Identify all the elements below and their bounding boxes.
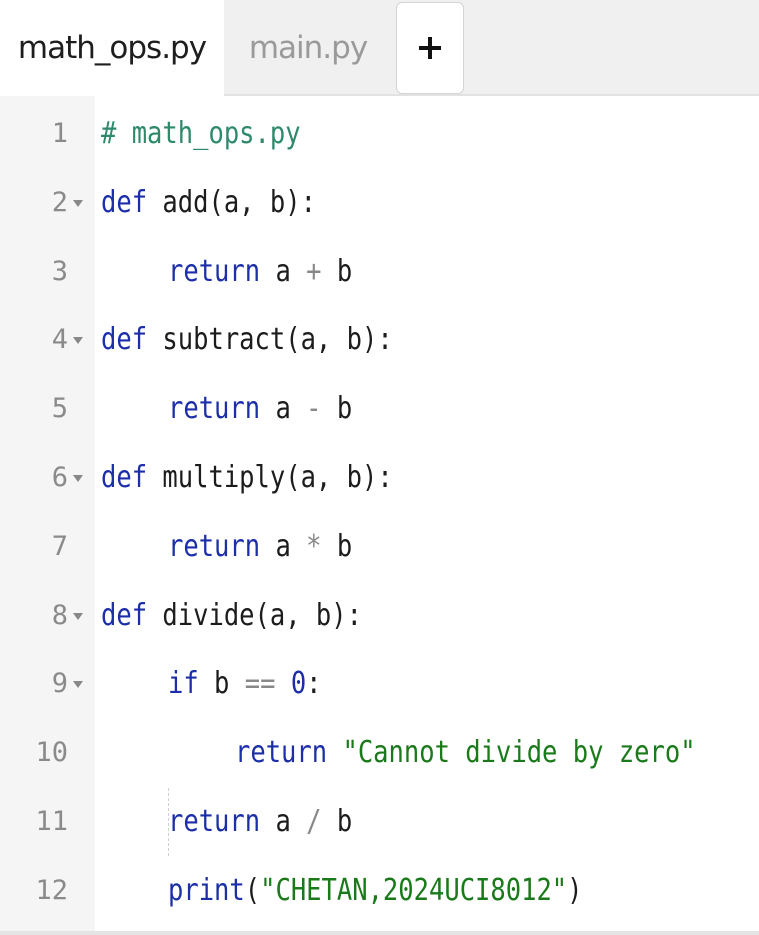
line-number: 4 [51,324,68,356]
code-token: def [101,322,148,358]
fold-toggle-icon[interactable] [73,199,83,207]
code-text: def add(a, b): [101,169,316,237]
code-text: def multiply(a, b): [101,444,393,512]
code-text: return "Cannot divide by zero" [235,719,696,787]
code-token: "Cannot divide by zero" [342,735,696,771]
code-token: return [168,253,261,289]
code-text: print("CHETAN,2024UCI8012") [168,857,583,925]
code-token: b [198,666,245,702]
code-token: return [168,804,261,839]
code-text: def subtract(a, b): [101,306,393,374]
line-number: 9 [51,668,68,700]
code-token: def [101,597,148,633]
code-token: subtract(a, b): [147,322,393,358]
code-token: ) [567,872,583,908]
code-token: print [168,872,245,908]
line-number: 10 [35,737,68,769]
code-line[interactable]: 3 return a + b [0,238,759,306]
code-token: a [260,804,307,839]
code-line[interactable]: 7 return a * b [0,513,759,581]
line-number: 12 [35,874,68,906]
plus-icon [419,37,441,59]
code-text: # math_ops.py [101,100,301,168]
code-line[interactable]: 6 def multiply(a, b): [0,444,759,512]
line-number: 6 [51,462,68,493]
code-text: return a + b [168,238,352,306]
code-token: return [235,735,328,771]
code-text: return a * b [168,513,352,581]
fold-toggle-icon[interactable] [73,681,83,689]
code-token: b [321,253,353,289]
code-line[interactable]: 1 # math_ops.py [0,100,759,168]
code-editor[interactable]: 1 # math_ops.py 2 def add(a, b): 3 return a +… [0,96,759,935]
code-token: add(a, b): [147,184,316,220]
code-token: "CHETAN,2024UCI8012" [260,872,568,908]
code-token: if [168,666,199,702]
code-text: def divide(a, b): [101,582,362,650]
tab-bar: math_ops.py main.py [0,0,759,96]
code-line[interactable]: 10 return "Cannot divide by zero" [0,719,759,787]
code-text: return a - b [168,375,352,443]
line-number: 2 [51,186,68,218]
code-token: return [168,391,261,427]
code-token: divide(a, b): [147,597,363,633]
tab-label: main.py [248,30,368,66]
code-token: : [306,666,322,702]
code-token: a [260,391,307,427]
code-token: / [306,804,322,839]
code-token: return [168,528,261,564]
code-token: 0 [290,666,307,702]
code-token: multiply(a, b): [147,460,393,495]
line-number: 1 [51,118,68,149]
code-token: a [260,253,307,289]
fold-toggle-icon[interactable] [73,337,83,345]
code-token: # math_ops.py [101,116,301,151]
code-token: - [306,391,322,427]
line-number: 5 [51,393,68,425]
tab-main[interactable]: main.py [224,0,392,96]
code-text: if b == 0: [168,650,322,718]
line-number: 7 [51,530,68,562]
line-number: 11 [35,806,68,837]
code-token: b [321,528,353,564]
code-line[interactable]: 9 if b == 0: [0,650,759,718]
code-text: return a / b [168,788,352,856]
tab-label: math_ops.py [17,30,207,66]
add-tab-button[interactable] [396,2,464,94]
code-token: * [306,528,322,564]
code-token: a [260,528,307,564]
code-line[interactable]: 8 def divide(a, b): [0,582,759,650]
code-line[interactable]: 5 return a - b [0,375,759,443]
code-line[interactable]: 4 def subtract(a, b): [0,306,759,374]
code-token: == [244,666,276,702]
code-token: + [306,253,322,289]
horizontal-scrollbar[interactable] [0,931,759,935]
line-number: 3 [51,255,68,287]
code-token: def [101,184,148,220]
tab-math-ops[interactable]: math_ops.py [0,0,224,96]
code-token: b [321,804,353,839]
code-line[interactable]: 2 def add(a, b): [0,169,759,237]
line-number: 8 [51,599,68,631]
fold-toggle-icon[interactable] [73,475,83,482]
code-line[interactable]: 12 print("CHETAN,2024UCI8012") [0,857,759,925]
code-line[interactable]: 11 return a / b [0,788,759,856]
code-token: def [101,460,148,495]
code-token: b [321,391,353,427]
code-token: ( [244,872,261,908]
fold-toggle-icon[interactable] [73,612,83,620]
